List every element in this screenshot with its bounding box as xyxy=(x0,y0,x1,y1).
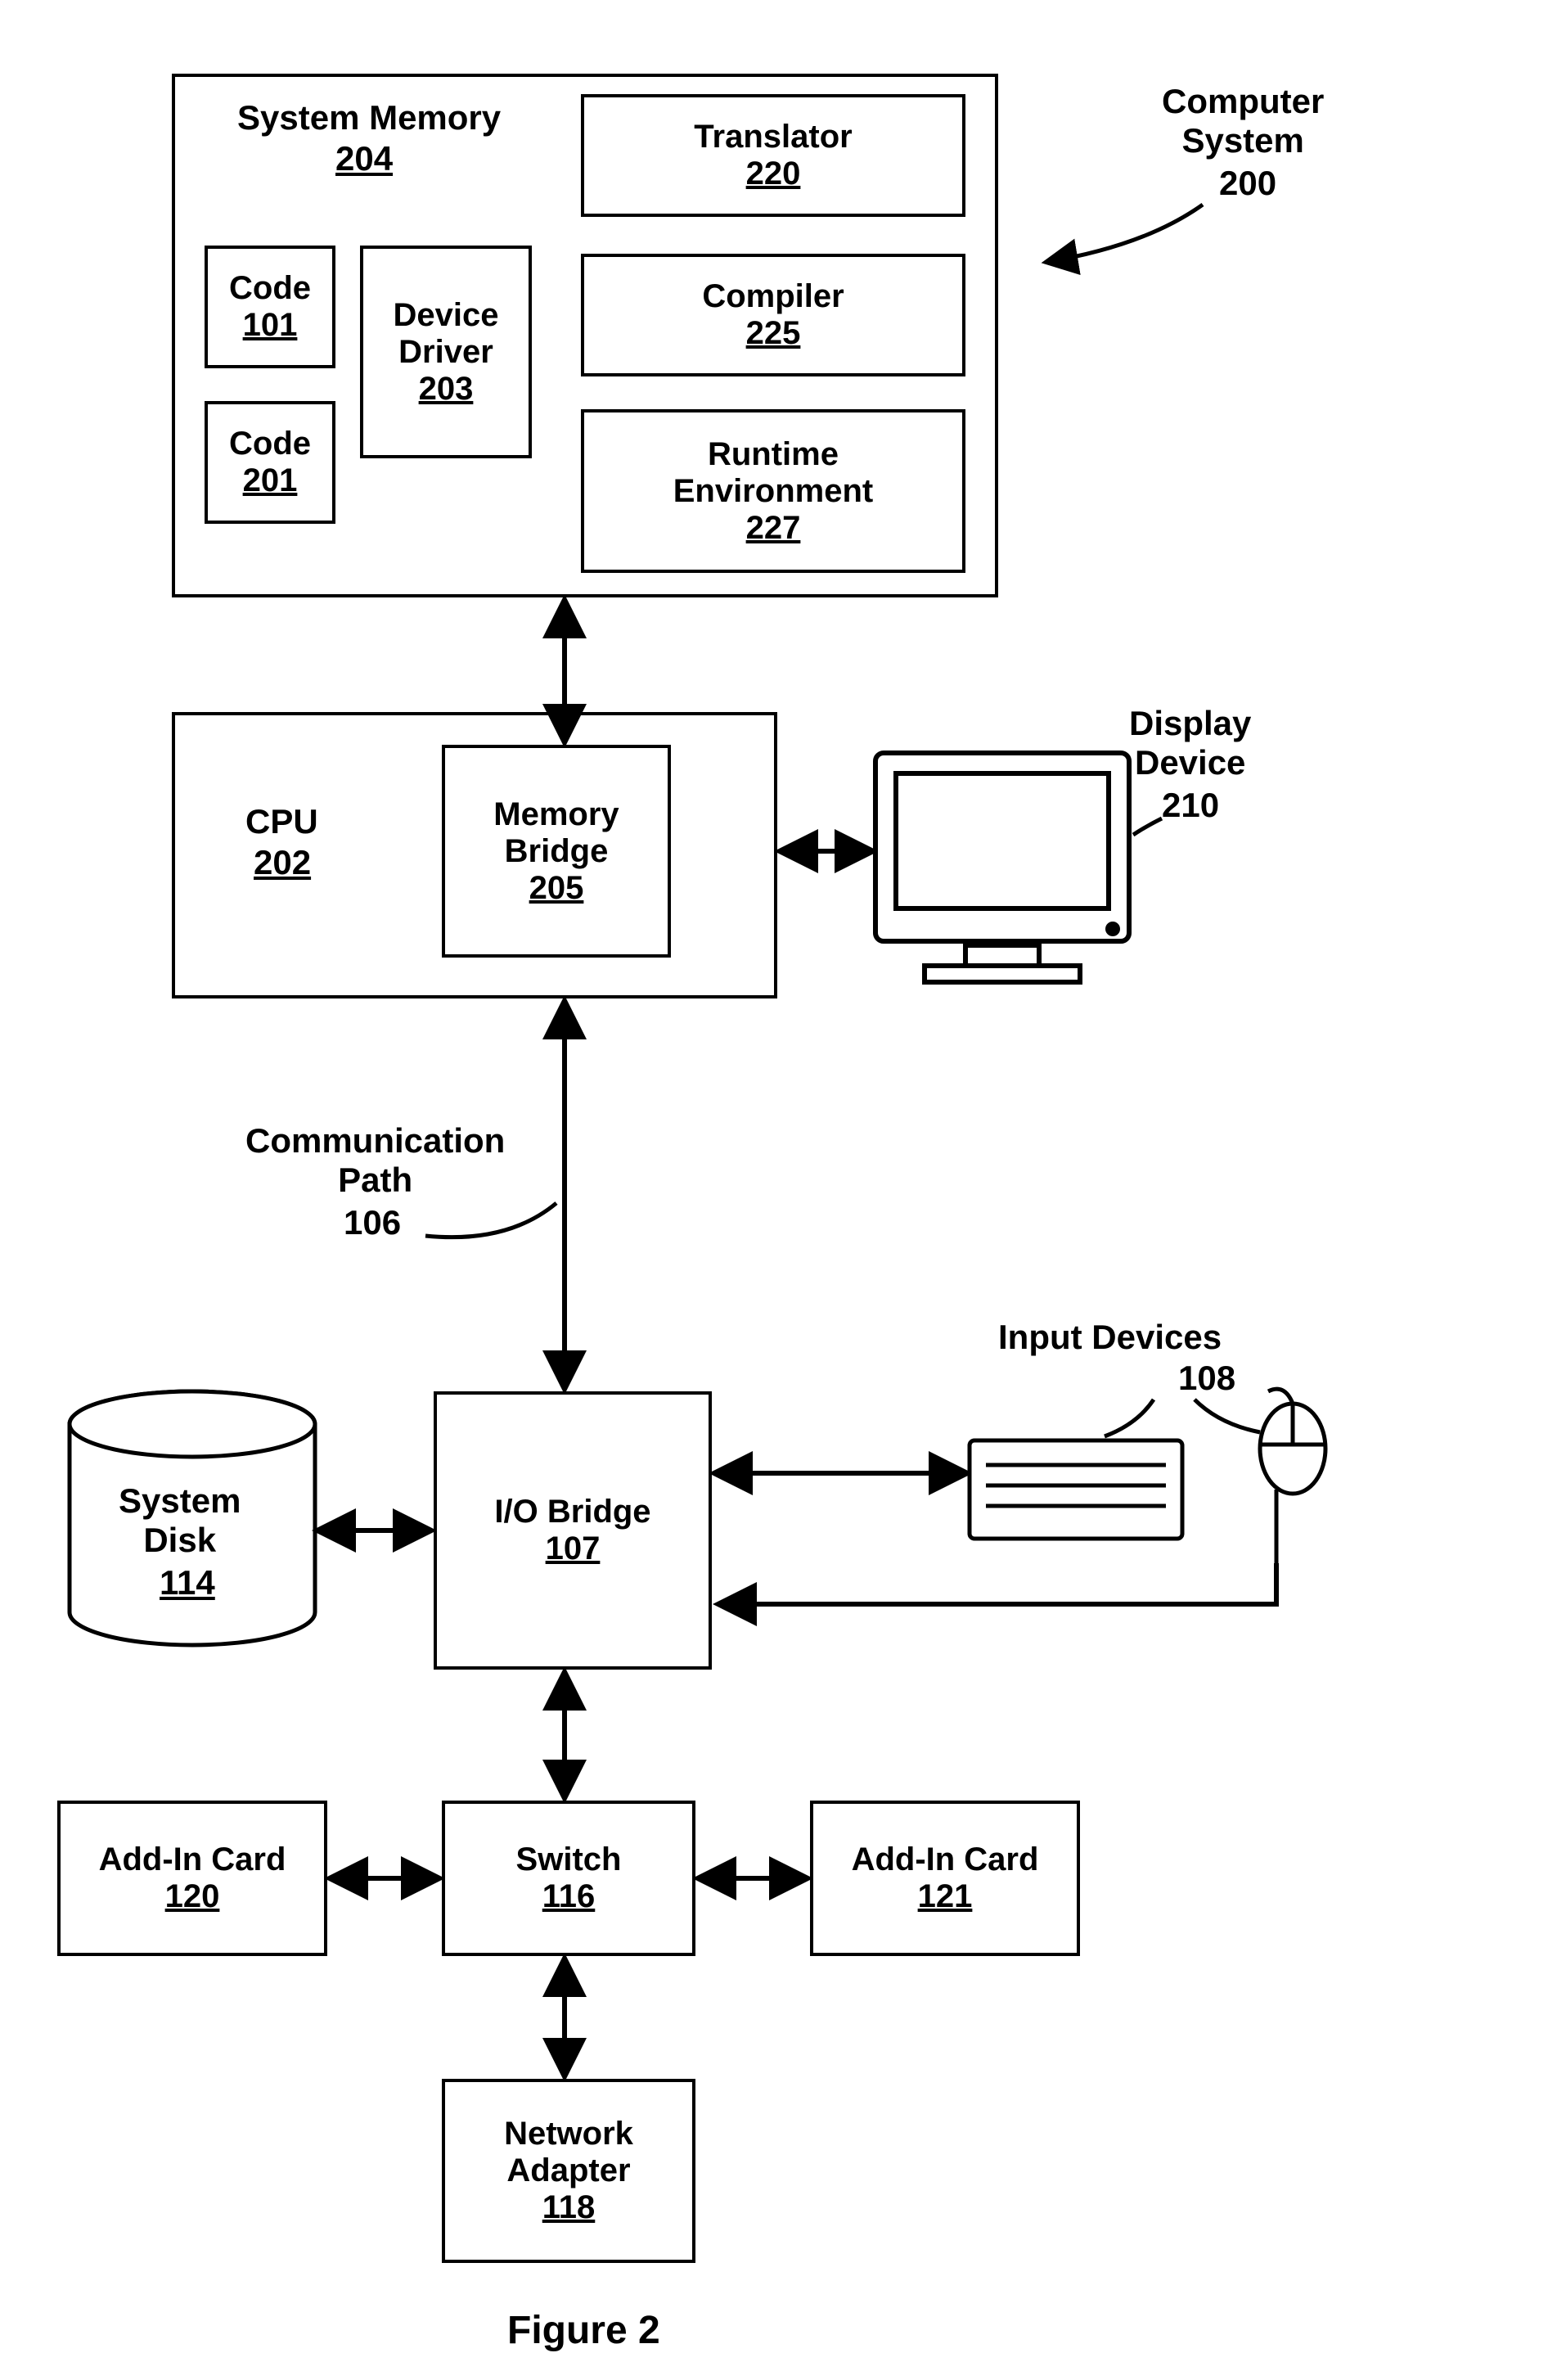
input-devices-label: Input Devices xyxy=(998,1318,1222,1357)
lead-display-device xyxy=(1133,818,1162,835)
memory-bridge-block: Memory Bridge 205 xyxy=(442,745,671,958)
translator-num: 220 xyxy=(746,156,801,192)
translator-label: Translator xyxy=(694,119,852,156)
runtime-env-num: 227 xyxy=(746,510,801,547)
memory-bridge-num: 205 xyxy=(529,870,584,907)
addin-card-left-block: Add-In Card 120 xyxy=(57,1801,327,1956)
code-101-label: Code xyxy=(229,270,311,307)
network-adapter-num: 118 xyxy=(542,2189,596,2226)
compiler-num: 225 xyxy=(746,315,801,352)
system-memory-title: System Memory xyxy=(237,98,501,137)
system-disk-num: 114 xyxy=(160,1563,215,1602)
computer-system-label: Computer System xyxy=(1162,82,1324,160)
runtime-env-block: Runtime Environment 227 xyxy=(581,409,965,573)
cpu-num: 202 xyxy=(254,843,311,882)
system-memory-num: 204 xyxy=(335,139,393,178)
display-device-label: Display Device xyxy=(1129,704,1251,782)
addin-card-right-label: Add-In Card xyxy=(852,1841,1039,1878)
lead-input-devices-kbd xyxy=(1105,1400,1154,1436)
code-101-num: 101 xyxy=(243,307,298,344)
mouse-icon xyxy=(1260,1389,1325,1563)
cpu-label: CPU xyxy=(245,802,318,841)
conn-mouse-to-iobridge xyxy=(720,1563,1276,1604)
switch-label: Switch xyxy=(516,1841,622,1878)
runtime-env-label: Runtime Environment xyxy=(673,436,873,510)
addin-card-right-num: 121 xyxy=(918,1878,973,1915)
code-101-block: Code 101 xyxy=(205,246,335,368)
code-201-block: Code 201 xyxy=(205,401,335,524)
switch-block: Switch 116 xyxy=(442,1801,695,1956)
code-201-num: 201 xyxy=(243,462,298,499)
device-driver-label: Device Driver xyxy=(394,297,499,371)
diagram-canvas: System Memory 204 Code 101 Code 201 Devi… xyxy=(0,0,1557,2380)
network-adapter-label: Network Adapter xyxy=(504,2116,633,2189)
io-bridge-num: 107 xyxy=(546,1530,601,1567)
translator-block: Translator 220 xyxy=(581,94,965,217)
compiler-label: Compiler xyxy=(702,278,844,315)
device-driver-block: Device Driver 203 xyxy=(360,246,532,458)
io-bridge-block: I/O Bridge 107 xyxy=(434,1391,712,1670)
memory-bridge-label: Memory Bridge xyxy=(493,796,619,870)
keyboard-icon xyxy=(970,1440,1182,1539)
addin-card-left-num: 120 xyxy=(165,1878,220,1915)
network-adapter-block: Network Adapter 118 xyxy=(442,2079,695,2263)
lead-comm-path xyxy=(425,1203,556,1237)
lead-arrow-computer-system xyxy=(1047,205,1203,262)
compiler-block: Compiler 225 xyxy=(581,254,965,376)
comm-path-label: Communication Path xyxy=(245,1121,505,1200)
display-device-num: 210 xyxy=(1162,786,1219,825)
device-driver-num: 203 xyxy=(419,371,474,408)
comm-path-num: 106 xyxy=(344,1203,401,1242)
system-disk-label: System Disk xyxy=(119,1481,241,1560)
computer-system-num: 200 xyxy=(1219,164,1276,203)
switch-num: 116 xyxy=(542,1878,596,1915)
addin-card-left-label: Add-In Card xyxy=(99,1841,286,1878)
lead-input-devices-mouse xyxy=(1195,1400,1260,1432)
addin-card-right-block: Add-In Card 121 xyxy=(810,1801,1080,1956)
display-monitor-icon xyxy=(875,753,1129,982)
input-devices-num: 108 xyxy=(1178,1359,1235,1398)
code-201-label: Code xyxy=(229,426,311,462)
figure-caption: Figure 2 xyxy=(507,2308,660,2353)
io-bridge-label: I/O Bridge xyxy=(494,1494,650,1530)
